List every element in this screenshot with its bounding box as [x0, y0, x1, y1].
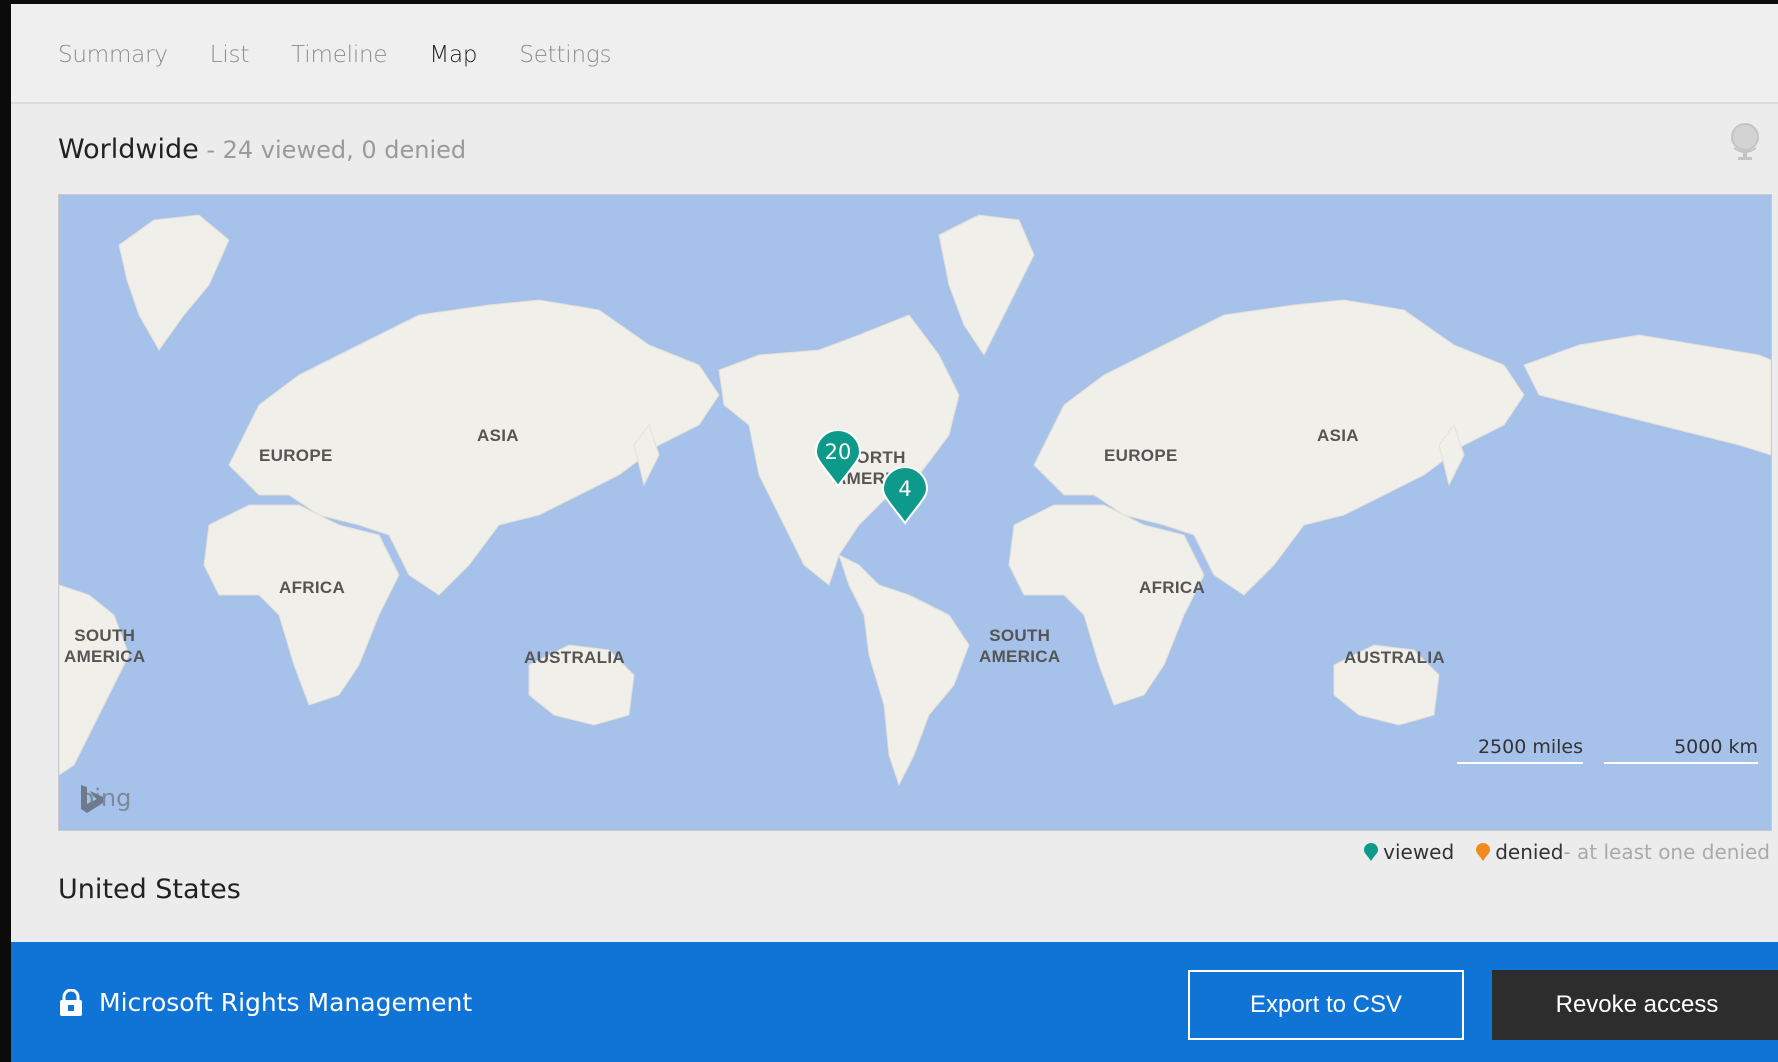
label-australia-right: AUSTRALIA — [1344, 648, 1445, 667]
label-africa-left: AFRICA — [279, 578, 346, 597]
top-nav: Summary List Timeline Map Settings — [11, 4, 1778, 104]
bing-logo-icon: bing — [79, 784, 131, 813]
label-europe-right: EUROPE — [1104, 446, 1178, 465]
pin-count: 20 — [824, 440, 852, 464]
page-subtitle: - 24 viewed, 0 denied — [198, 136, 467, 164]
map-legend: viewed denied - at least one denied — [1364, 840, 1770, 864]
footer-bar: Microsoft Rights Management Export to CS… — [11, 942, 1778, 1062]
legend-viewed-label: viewed — [1383, 840, 1455, 864]
revoke-access-button[interactable]: Revoke access — [1492, 970, 1778, 1040]
viewed-pin-icon — [1364, 842, 1379, 861]
tab-map[interactable]: Map — [429, 42, 477, 68]
label-asia-right: ASIA — [1317, 426, 1359, 445]
tab-timeline[interactable]: Timeline — [291, 42, 387, 68]
nav-tabs: Summary List Timeline Map Settings — [58, 42, 653, 68]
brand: Microsoft Rights Management — [59, 988, 472, 1017]
map-pin-viewed[interactable]: 20 — [815, 430, 861, 488]
page-title: Worldwide — [58, 134, 199, 165]
legend-viewed: viewed — [1364, 840, 1454, 864]
label-europe-left: EUROPE — [259, 446, 333, 465]
app-window: Summary List Timeline Map Settings World… — [11, 4, 1778, 1062]
label-south-america-left: SOUTH AMERICA — [64, 626, 146, 666]
scale-km: 5000 km — [1604, 736, 1758, 764]
world-map[interactable]: EUROPE ASIA AFRICA SOUTH AMERICA AUSTRAL… — [58, 194, 1772, 831]
export-csv-button[interactable]: Export to CSV — [1188, 970, 1464, 1040]
region-title: United States — [58, 874, 241, 905]
legend-denied: denied - at least one denied — [1476, 840, 1770, 864]
label-australia-left: AUSTRALIA — [524, 648, 625, 667]
lock-icon — [60, 988, 82, 1016]
globe-icon[interactable] — [1728, 122, 1762, 162]
map-pin-viewed[interactable]: 4 — [882, 467, 928, 525]
tab-settings[interactable]: Settings — [519, 42, 611, 68]
denied-pin-icon — [1476, 842, 1491, 861]
pin-count: 4 — [898, 477, 912, 501]
brand-label: Microsoft Rights Management — [99, 988, 473, 1017]
tab-list[interactable]: List — [210, 42, 250, 68]
legend-denied-label: denied — [1495, 840, 1564, 864]
tab-summary[interactable]: Summary — [58, 42, 168, 68]
label-africa-right: AFRICA — [1139, 578, 1206, 597]
legend-note: - at least one denied — [1563, 840, 1770, 864]
label-asia-left: ASIA — [477, 426, 519, 445]
label-south-america: SOUTH AMERICA — [979, 626, 1061, 666]
scale-miles: 2500 miles — [1457, 736, 1583, 764]
page-heading: Worldwide - 24 viewed, 0 denied — [58, 134, 466, 165]
